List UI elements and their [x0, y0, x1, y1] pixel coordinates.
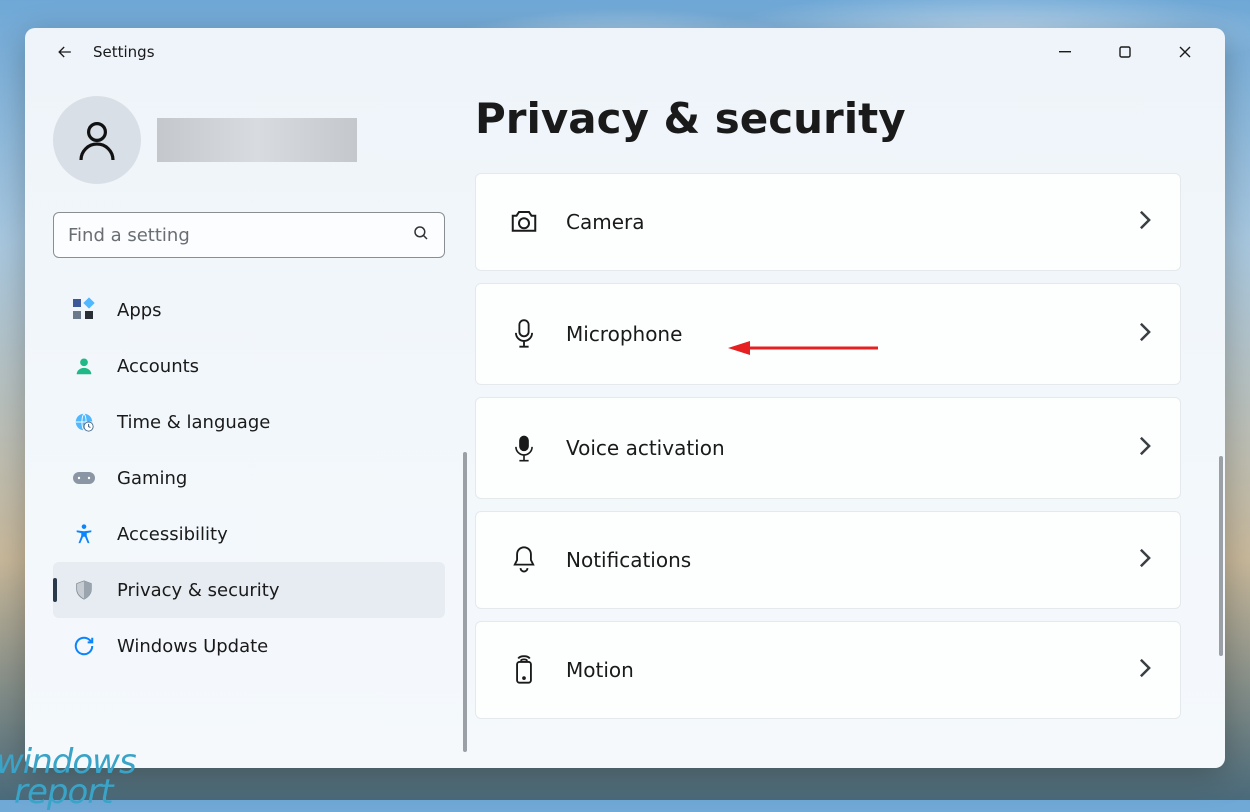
setting-motion[interactable]: Motion [475, 621, 1181, 719]
magnifier-icon [412, 224, 430, 246]
apps-icon [71, 297, 97, 323]
update-icon [71, 633, 97, 659]
sidebar-item-label: Privacy & security [117, 580, 280, 601]
microphone-icon [504, 319, 544, 349]
window-controls [1035, 32, 1215, 72]
maximize-button[interactable] [1095, 32, 1155, 72]
sidebar-item-time-language[interactable]: Time & language [53, 394, 445, 450]
setting-voice-activation[interactable]: Voice activation [475, 397, 1181, 499]
chevron-right-icon [1138, 209, 1152, 236]
sidebar-item-privacy-security[interactable]: Privacy & security [53, 562, 445, 618]
app-title: Settings [93, 43, 155, 61]
sidebar-item-label: Apps [117, 300, 162, 321]
avatar [53, 96, 141, 184]
username-redacted [157, 118, 357, 162]
sidebar: Apps Accounts Time & language [25, 76, 475, 768]
back-button[interactable] [45, 32, 85, 72]
motion-icon [504, 655, 544, 685]
sidebar-item-accessibility[interactable]: Accessibility [53, 506, 445, 562]
sidebar-item-gaming[interactable]: Gaming [53, 450, 445, 506]
search-input[interactable] [68, 225, 412, 246]
sidebar-item-accounts[interactable]: Accounts [53, 338, 445, 394]
accounts-icon [71, 353, 97, 379]
back-arrow-icon [55, 42, 75, 62]
setting-label: Voice activation [566, 436, 725, 460]
main-scrollbar[interactable] [1219, 456, 1223, 656]
setting-microphone[interactable]: Microphone [475, 283, 1181, 385]
setting-label: Notifications [566, 548, 691, 572]
setting-notifications[interactable]: Notifications [475, 511, 1181, 609]
sidebar-item-apps[interactable]: Apps [53, 282, 445, 338]
sidebar-item-label: Gaming [117, 468, 187, 489]
sidebar-item-label: Time & language [117, 412, 270, 433]
settings-list: Camera Microphone [475, 173, 1205, 719]
close-icon [1179, 46, 1191, 58]
globe-clock-icon [71, 409, 97, 435]
nav-list: Apps Accounts Time & language [53, 282, 475, 768]
chevron-right-icon [1138, 435, 1152, 462]
sidebar-scrollbar[interactable] [463, 452, 467, 752]
sidebar-item-label: Accessibility [117, 524, 228, 545]
sidebar-item-label: Accounts [117, 356, 199, 377]
minimize-icon [1059, 46, 1071, 58]
main-panel: Privacy & security Camera Microphone [475, 76, 1225, 768]
setting-label: Microphone [566, 322, 682, 346]
accessibility-icon [71, 521, 97, 547]
shield-icon [71, 577, 97, 603]
titlebar: Settings [25, 28, 1225, 76]
search-input-wrapper[interactable] [53, 212, 445, 258]
minimize-button[interactable] [1035, 32, 1095, 72]
setting-label: Motion [566, 658, 634, 682]
user-profile[interactable] [53, 96, 475, 184]
voice-activation-icon [504, 433, 544, 463]
chevron-right-icon [1138, 321, 1152, 348]
gamepad-icon [71, 465, 97, 491]
page-title: Privacy & security [475, 94, 1205, 143]
setting-label: Camera [566, 210, 645, 234]
maximize-icon [1119, 46, 1131, 58]
settings-window: Settings [25, 28, 1225, 768]
setting-camera[interactable]: Camera [475, 173, 1181, 271]
sidebar-item-windows-update[interactable]: Windows Update [53, 618, 445, 674]
sidebar-item-label: Windows Update [117, 636, 268, 657]
camera-icon [504, 209, 544, 235]
person-icon [73, 116, 121, 164]
bell-icon [504, 545, 544, 575]
chevron-right-icon [1138, 657, 1152, 684]
close-button[interactable] [1155, 32, 1215, 72]
chevron-right-icon [1138, 547, 1152, 574]
watermark-line2: report [14, 777, 136, 808]
